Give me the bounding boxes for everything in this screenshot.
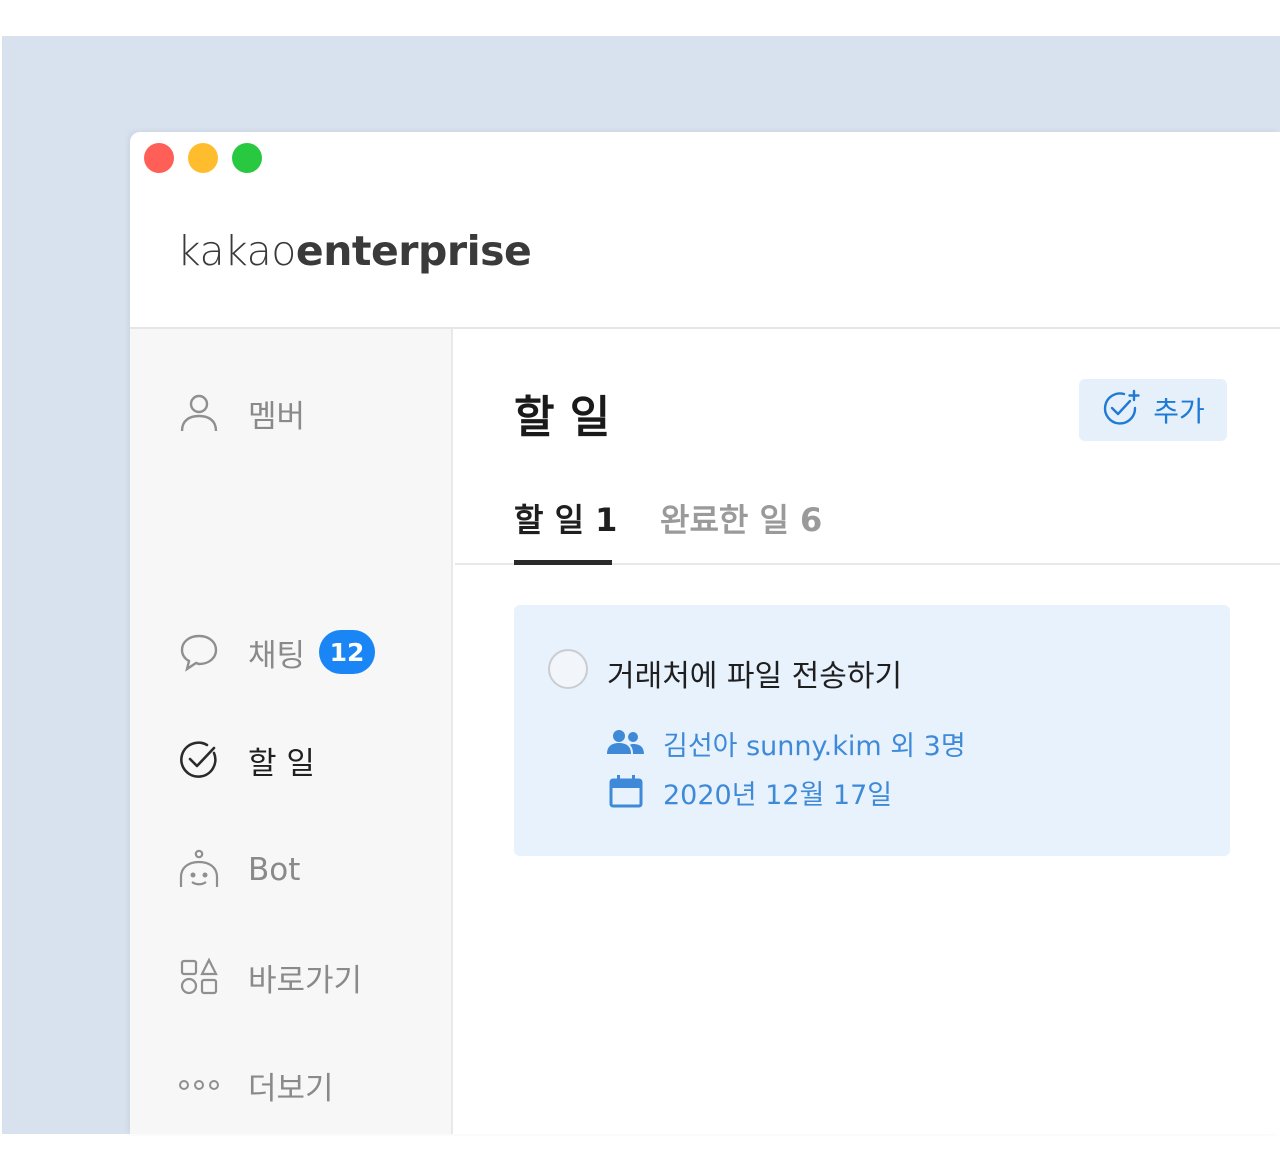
person-icon	[178, 392, 220, 434]
app-window: kakaoenterprise 멤버 채팅 12 할 일 Bot 바로가기 더보…	[130, 132, 1280, 1134]
add-task-button[interactable]: 추가	[1079, 379, 1227, 441]
check-circle-icon	[178, 739, 220, 781]
sidebar-item-bot[interactable]: Bot	[178, 845, 300, 895]
calendar-icon	[607, 774, 645, 812]
window-zoom-button[interactable]	[232, 143, 262, 173]
sidebar-item-chat[interactable]: 채팅 12	[178, 627, 376, 677]
active-tab-indicator	[514, 560, 612, 565]
page-title: 할 일	[514, 392, 611, 443]
brand-logo-part1: kakao	[177, 227, 296, 275]
sidebar-item-shortcuts[interactable]: 바로가기	[178, 952, 362, 1002]
more-icon	[178, 1064, 220, 1106]
shortcuts-icon	[178, 956, 220, 998]
task-assignees-label: 김선아 sunny.kim 외 3명	[663, 731, 966, 762]
sidebar-item-label: 더보기	[248, 1070, 334, 1107]
task-complete-checkbox[interactable]	[548, 649, 588, 689]
task-assignees: 김선아 sunny.kim 외 3명	[607, 724, 966, 763]
sidebar-item-label: 채팅	[248, 637, 306, 674]
sidebar-item-label: 멤버	[248, 398, 306, 435]
task-title: 거래처에 파일 전송하기	[607, 659, 903, 694]
task-card[interactable]: 거래처에 파일 전송하기 김선아 sunny.kim 외 3명 2020년 12…	[514, 605, 1230, 856]
sidebar: 멤버 채팅 12 할 일 Bot 바로가기 더보기	[130, 329, 453, 1134]
window-minimize-button[interactable]	[188, 143, 218, 173]
sidebar-item-label: Bot	[248, 852, 301, 888]
task-due-date: 2020년 12월 17일	[607, 773, 892, 812]
tab-todo[interactable]: 할 일 1	[514, 495, 617, 541]
window-close-button[interactable]	[144, 143, 174, 173]
brand-logo-part2: enterprise	[295, 227, 532, 275]
check-circle-plus-icon	[1101, 388, 1141, 432]
unread-count-badge: 12	[319, 630, 376, 674]
bot-icon	[178, 849, 220, 891]
main-content: 할 일 추가 할 일 1 완료한 일 6 거래처에 파일 전송하기 김선아 su…	[455, 329, 1280, 1134]
sidebar-item-todo[interactable]: 할 일	[178, 735, 315, 785]
chat-bubble-icon	[178, 631, 220, 673]
sidebar-item-more[interactable]: 더보기	[178, 1060, 334, 1110]
sidebar-item-label: 바로가기	[248, 962, 363, 999]
brand-logo: kakaoenterprise	[177, 227, 532, 275]
people-icon	[607, 729, 645, 759]
add-task-button-label: 추가	[1153, 395, 1205, 428]
sidebar-item-members[interactable]: 멤버	[178, 388, 305, 438]
task-due-date-label: 2020년 12월 17일	[663, 780, 893, 811]
sidebar-item-label: 할 일	[248, 745, 315, 782]
tab-completed[interactable]: 완료한 일 6	[660, 495, 822, 541]
